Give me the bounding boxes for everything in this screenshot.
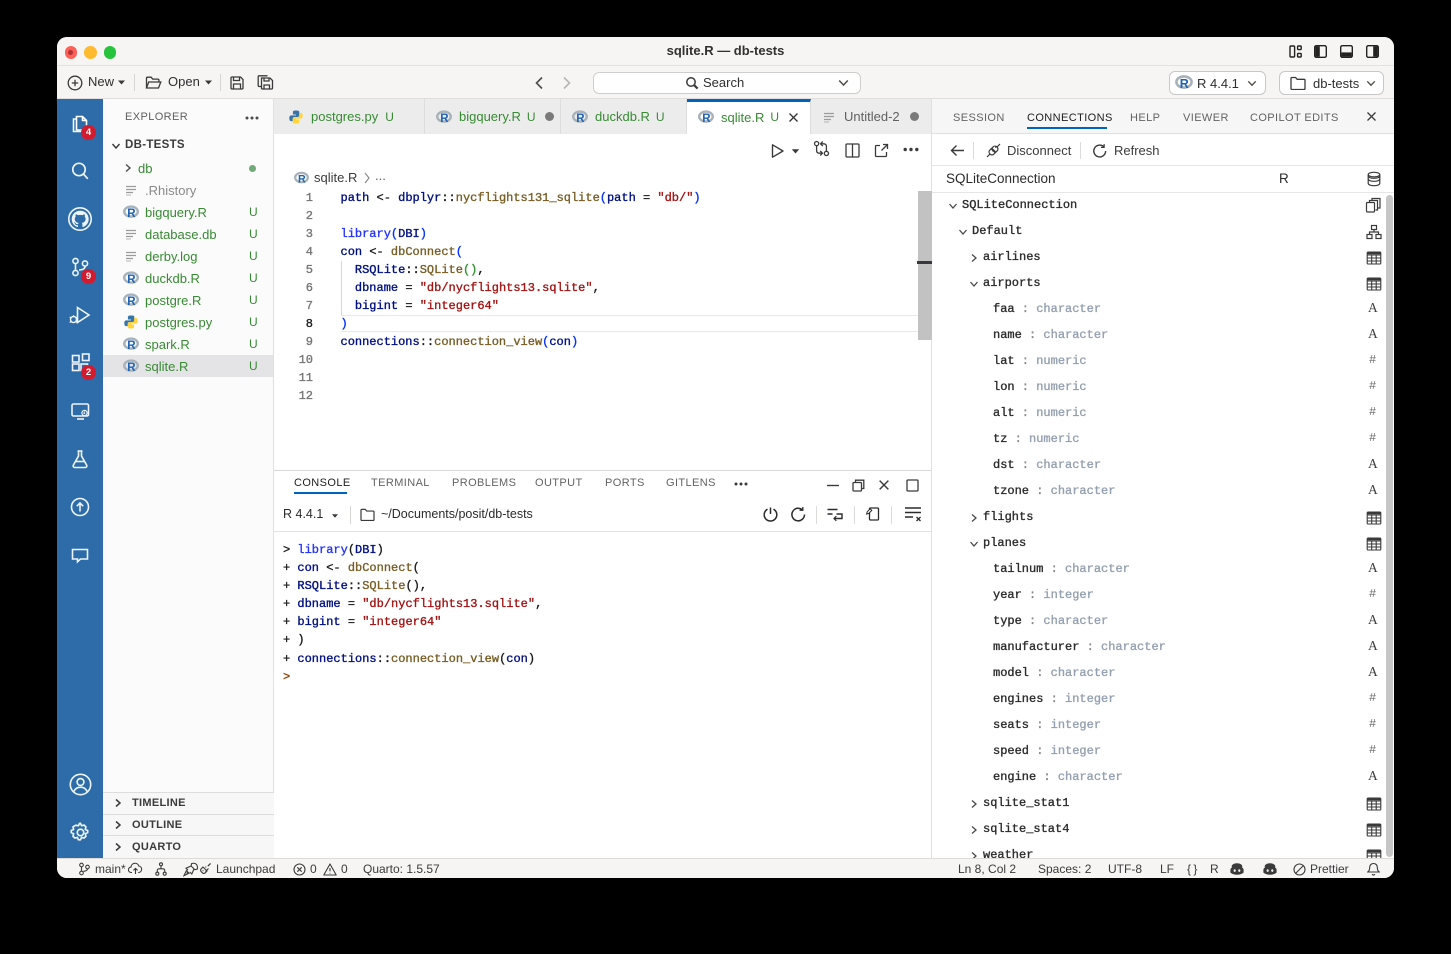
svg-text:R: R <box>576 113 585 125</box>
svg-text:R: R <box>298 174 306 185</box>
svg-text:R: R <box>127 362 136 374</box>
svg-text:R: R <box>127 274 136 286</box>
svg-text:R: R <box>440 113 449 125</box>
svg-text:R: R <box>702 113 711 125</box>
svg-text:R: R <box>127 208 136 220</box>
svg-text:R: R <box>127 296 136 308</box>
svg-text:R: R <box>127 340 136 352</box>
svg-text:R: R <box>1180 77 1189 90</box>
